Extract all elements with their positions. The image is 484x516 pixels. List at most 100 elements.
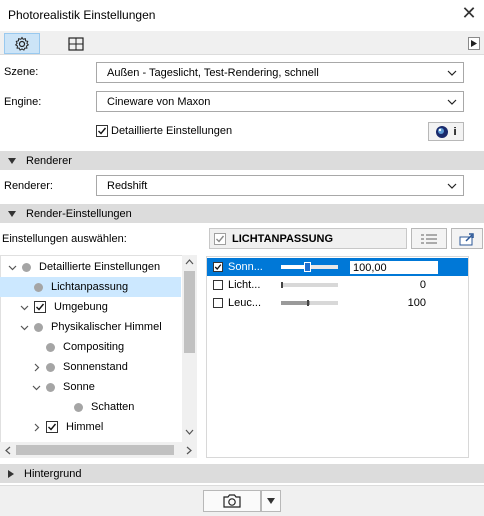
- property-slider[interactable]: [281, 297, 338, 309]
- tree-item[interactable]: Umgebung: [0, 297, 181, 317]
- gear-icon: [14, 36, 30, 51]
- chevron-right-icon[interactable]: [186, 446, 192, 455]
- slider-thumb[interactable]: [306, 300, 309, 306]
- close-icon[interactable]: ✕: [459, 3, 479, 23]
- renderer-section-header[interactable]: Renderer: [0, 151, 484, 170]
- property-row[interactable]: Sonn... 100,00: [207, 258, 468, 276]
- tree-item[interactable]: Detaillierte Einstellungen: [0, 257, 181, 277]
- scene-label: Szene:: [4, 66, 39, 78]
- tree-hscroll-thumb[interactable]: [16, 445, 174, 455]
- tab-settings[interactable]: [4, 33, 40, 54]
- tree-item-label: Sonne: [63, 381, 95, 393]
- property-checkbox[interactable]: [213, 280, 223, 290]
- settings-header-title: LICHTANPASSUNG: [232, 232, 334, 245]
- chevron-down-icon: [447, 70, 457, 76]
- background-section-header[interactable]: Hintergrund: [0, 464, 484, 483]
- render-settings-section-header[interactable]: Render-Einstellungen: [0, 204, 484, 223]
- tree-item[interactable]: Sonnenstand: [0, 357, 181, 377]
- chevron-down-icon[interactable]: [6, 263, 18, 272]
- tree-item-label: Schatten: [91, 401, 135, 413]
- chevron-down-icon[interactable]: [30, 383, 42, 392]
- triangle-down-icon: [8, 210, 16, 217]
- render-button[interactable]: [203, 490, 261, 512]
- property-checkbox[interactable]: [213, 262, 223, 272]
- slider-thumb[interactable]: [303, 262, 311, 272]
- select-settings-label: Einstellungen auswählen:: [2, 233, 127, 245]
- property-name: Sonn...: [228, 261, 263, 273]
- tree-vertical-scrollbar[interactable]: [182, 255, 197, 442]
- chevron-down-icon: [267, 498, 275, 504]
- property-value[interactable]: 0: [350, 279, 426, 291]
- checkmark-icon: [216, 235, 225, 243]
- tree-item-label: Himmel: [66, 421, 104, 433]
- property-name: Licht...: [228, 279, 261, 291]
- grid-icon: [68, 36, 84, 51]
- slider-thumb[interactable]: [281, 282, 283, 288]
- detailed-settings-checkbox[interactable]: [96, 125, 108, 137]
- render-settings-section-title: Render-Einstellungen: [26, 207, 132, 220]
- cineware-info-button[interactable]: i: [428, 122, 464, 141]
- chevron-up-icon[interactable]: [185, 259, 194, 265]
- tree-scroll-thumb[interactable]: [184, 271, 195, 353]
- property-value-input[interactable]: 100,00: [350, 260, 438, 274]
- tree-item-label: Compositing: [63, 341, 125, 353]
- slider-track: [281, 283, 338, 287]
- triangle-right-icon: [471, 40, 477, 47]
- property-slider[interactable]: [281, 279, 338, 291]
- property-row[interactable]: Licht... 0: [207, 276, 468, 294]
- tree-item[interactable]: Lichtanpassung: [0, 277, 181, 297]
- engine-dropdown[interactable]: Cineware von Maxon: [96, 91, 464, 112]
- tab-view[interactable]: [58, 33, 94, 54]
- list-view-button[interactable]: [411, 228, 447, 249]
- property-name: Leuc...: [228, 297, 262, 309]
- property-checkbox[interactable]: [213, 298, 223, 308]
- expand-panel-button[interactable]: [468, 37, 480, 50]
- status-dot-icon: [46, 382, 55, 392]
- detailed-settings-toggle[interactable]: Detaillierte Einstellungen: [96, 125, 232, 137]
- status-dot-icon: [46, 342, 55, 352]
- chevron-down-icon[interactable]: [185, 429, 194, 435]
- renderer-dropdown[interactable]: Redshift: [96, 175, 464, 196]
- detailed-settings-label: Detaillierte Einstellungen: [111, 125, 233, 137]
- export-icon: [459, 232, 474, 245]
- tree-item[interactable]: Physikalischer Himmel: [0, 317, 181, 337]
- export-settings-button[interactable]: [451, 228, 483, 249]
- tree-item-checkbox[interactable]: [34, 301, 46, 313]
- chevron-down-icon[interactable]: [18, 323, 30, 332]
- list-icon: [421, 233, 437, 244]
- tree-horizontal-scrollbar[interactable]: [0, 442, 197, 458]
- render-options-dropdown[interactable]: [261, 490, 281, 512]
- properties-panel: Sonn... 100,00 Licht... 0 Leuc... 100: [206, 256, 469, 458]
- checkmark-icon: [36, 303, 45, 311]
- scene-dropdown[interactable]: Außen - Tageslicht, Test-Rendering, schn…: [96, 62, 464, 83]
- tree-item-checkbox[interactable]: [46, 421, 58, 433]
- checkmark-icon: [48, 423, 57, 431]
- cinema4d-logo-icon: [436, 125, 449, 138]
- status-dot-icon: [34, 282, 43, 292]
- chevron-left-icon[interactable]: [5, 446, 11, 455]
- chevron-down-icon[interactable]: [18, 303, 30, 312]
- renderer-label: Renderer:: [4, 180, 53, 192]
- checkmark-icon: [98, 127, 107, 135]
- property-row[interactable]: Leuc... 100: [207, 294, 468, 312]
- tree-item[interactable]: Schatten: [0, 397, 181, 417]
- chevron-right-icon[interactable]: [30, 423, 42, 432]
- settings-header-checkbox[interactable]: [214, 232, 226, 245]
- triangle-right-icon: [8, 469, 14, 478]
- chevron-down-icon: [447, 183, 457, 189]
- property-value[interactable]: 100: [350, 297, 426, 309]
- tree-item-label: Physikalischer Himmel: [51, 321, 162, 333]
- status-dot-icon: [34, 322, 43, 332]
- chevron-right-icon[interactable]: [30, 363, 42, 372]
- tree-item[interactable]: Compositing: [0, 337, 181, 357]
- triangle-down-icon: [8, 157, 16, 164]
- tree-item-label: Detaillierte Einstellungen: [39, 261, 161, 273]
- info-icon: i: [453, 125, 457, 138]
- renderer-section-title: Renderer: [26, 154, 72, 167]
- renderer-value: Redshift: [107, 179, 148, 192]
- window-title: Photorealistik Einstellungen: [8, 8, 156, 22]
- tree-item[interactable]: Himmel: [0, 417, 181, 437]
- property-slider[interactable]: [281, 261, 338, 273]
- status-dot-icon: [46, 362, 55, 372]
- tree-item[interactable]: Sonne: [0, 377, 181, 397]
